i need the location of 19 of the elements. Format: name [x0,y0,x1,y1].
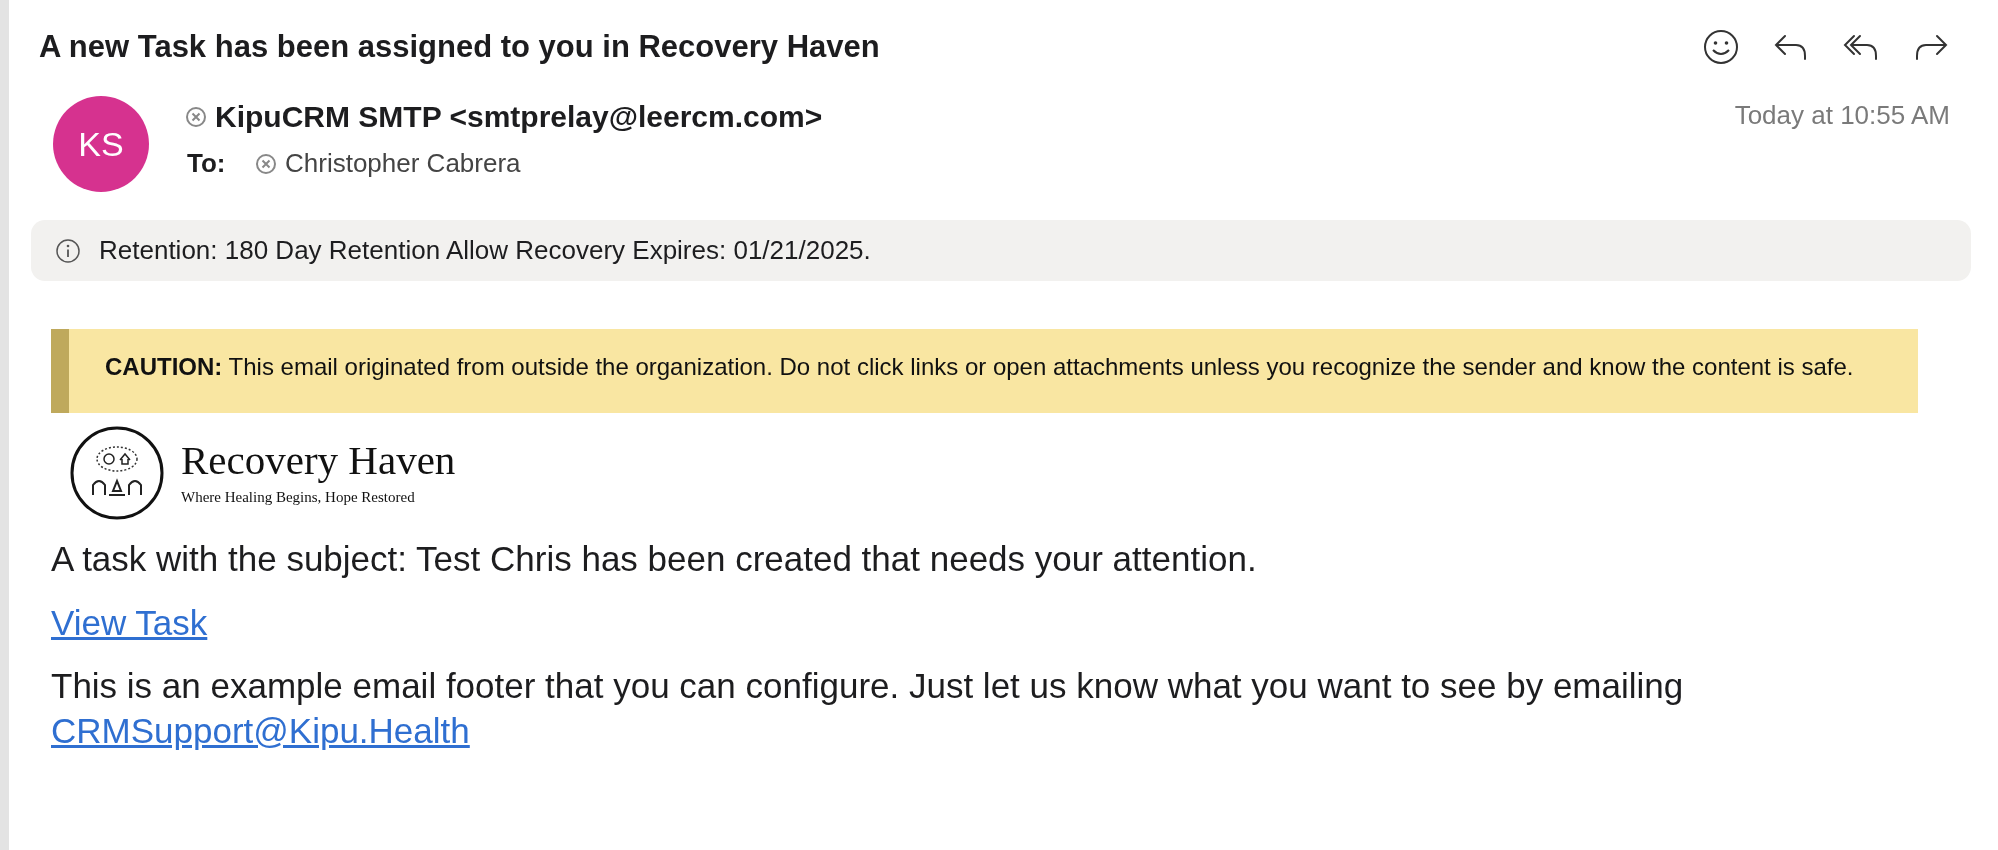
remove-icon[interactable] [185,106,207,128]
to-label: To: [187,148,227,179]
recipient-name: Christopher Cabrera [285,148,521,179]
emoji-reaction-icon[interactable] [1702,28,1740,66]
support-email-link[interactable]: CRMSupport@Kipu.Health [51,711,470,750]
remove-icon[interactable] [255,152,277,175]
view-task-link[interactable]: View Task [51,603,208,642]
caution-text: CAUTION: This email originated from outside the organization. Do not click links or open attachments unless you recognize the sender and know the content is safe. [105,352,1855,382]
sender-name: KipuCRM SMTP <smtprelay@leercm.com> [215,100,823,134]
received-date: Today at 10:55 AM [1734,99,1950,131]
sender-avatar: KS [53,96,149,192]
info-icon [55,237,81,264]
logo-name: Recovery Haven [181,440,456,481]
logo-tagline: Where Healing Begins, Hope Restored [181,489,416,506]
logo-emblem-icon [69,425,165,521]
task-message: A task with the subject: Test Chris has been created that needs your attention. [51,539,1258,579]
retention-notice: Retention: 180 Day Retention Allow Recovery Expires: 01/21/2025. [99,235,871,266]
email-subject: A new Task has been assigned to you in Recovery Haven [39,29,880,65]
footer-text: This is an example email footer that you can configure. Just let us know what you want to see by emailing CRMSupport@Kipu.Health [51,665,1685,752]
